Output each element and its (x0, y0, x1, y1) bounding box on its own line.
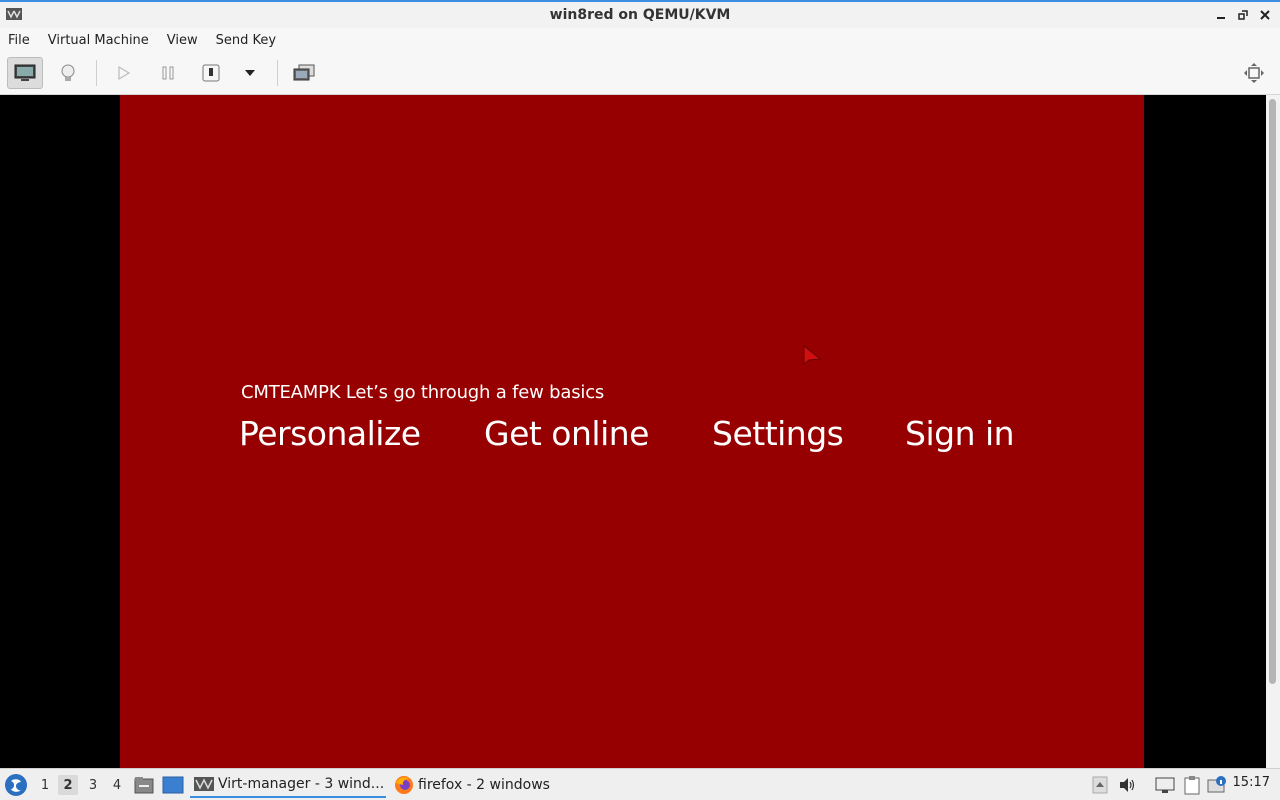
run-button[interactable] (106, 57, 142, 89)
start-menu-icon[interactable] (4, 773, 28, 797)
virt-manager-icon (194, 775, 214, 793)
mouse-cursor-icon (803, 345, 821, 366)
snapshots-button[interactable] (286, 57, 322, 89)
info-icon (1207, 776, 1226, 793)
maximize-button[interactable] (1234, 5, 1252, 25)
network-button[interactable] (1154, 774, 1176, 796)
workspace-3[interactable]: 3 (83, 775, 103, 795)
task-label: firefox - 2 windows (418, 777, 550, 793)
show-details-button[interactable] (50, 57, 86, 89)
menu-view[interactable]: View (167, 33, 198, 48)
minimize-icon (1217, 17, 1225, 19)
network-icon (1155, 777, 1175, 793)
menu-bar: File Virtual Machine View Send Key (0, 28, 1280, 52)
fullscreen-button[interactable] (1236, 57, 1272, 89)
restore-icon (1238, 10, 1248, 20)
pause-icon (162, 66, 174, 80)
window-controls (1212, 5, 1274, 25)
show-desktop-icon[interactable] (162, 776, 184, 794)
toolbar (0, 52, 1280, 95)
menu-file[interactable]: File (8, 33, 30, 48)
virt-manager-app-icon[interactable] (6, 8, 22, 20)
menu-send-key[interactable]: Send Key (216, 33, 276, 48)
task-virt-manager[interactable]: Virt-manager - 3 wind... (190, 772, 386, 798)
toolbar-separator (277, 60, 278, 86)
taskbar: 1 2 3 4 Virt-manager - 3 wind... firefox… (0, 768, 1280, 800)
file-manager-icon[interactable] (134, 776, 154, 794)
vertical-scrollbar[interactable] (1266, 95, 1280, 768)
vm-console[interactable]: CMTEAMPK Let’s go through a few basics P… (0, 95, 1266, 768)
clock[interactable]: 15:17 (1233, 775, 1270, 790)
firefox-icon (394, 776, 414, 794)
snapshots-icon (293, 64, 315, 81)
show-console-button[interactable] (7, 57, 43, 89)
task-firefox[interactable]: firefox - 2 windows (390, 772, 560, 798)
window-titlebar: win8red on QEMU/KVM (0, 0, 1280, 28)
step-get-online: Get online (484, 414, 649, 453)
window-title: win8red on QEMU/KVM (549, 7, 731, 23)
chevron-down-icon (245, 70, 255, 76)
workspace-2[interactable]: 2 (58, 775, 78, 795)
minimize-button[interactable] (1212, 5, 1230, 25)
clipboard-icon (1184, 776, 1200, 795)
workspace-1[interactable]: 1 (35, 775, 55, 795)
volume-button[interactable] (1116, 774, 1138, 796)
step-settings: Settings (712, 414, 844, 453)
monitor-icon (14, 64, 36, 81)
shutdown-button[interactable] (193, 57, 229, 89)
task-label: Virt-manager - 3 wind... (218, 776, 385, 792)
lightbulb-icon (61, 64, 75, 81)
power-icon (202, 64, 220, 82)
menu-virtual-machine[interactable]: Virtual Machine (48, 33, 149, 48)
scrollbar-thumb[interactable] (1269, 99, 1276, 684)
clipboard-button[interactable] (1181, 774, 1203, 796)
close-button[interactable] (1256, 5, 1274, 25)
setup-subtitle: CMTEAMPK Let’s go through a few basics (241, 382, 605, 403)
updates-button[interactable] (1206, 774, 1228, 796)
play-icon (118, 65, 131, 81)
workspace-4[interactable]: 4 (107, 775, 127, 795)
toolbar-separator (96, 60, 97, 86)
step-personalize: Personalize (239, 414, 421, 453)
shutdown-menu-button[interactable] (232, 57, 268, 89)
speaker-icon (1120, 778, 1135, 792)
pause-button[interactable] (150, 57, 186, 89)
tray-expand-button[interactable] (1089, 774, 1111, 796)
step-sign-in: Sign in (905, 414, 1015, 453)
chevron-up-icon (1092, 776, 1108, 794)
close-icon (1260, 10, 1270, 20)
guest-display[interactable]: CMTEAMPK Let’s go through a few basics P… (120, 95, 1144, 768)
fullscreen-icon (1244, 63, 1264, 83)
